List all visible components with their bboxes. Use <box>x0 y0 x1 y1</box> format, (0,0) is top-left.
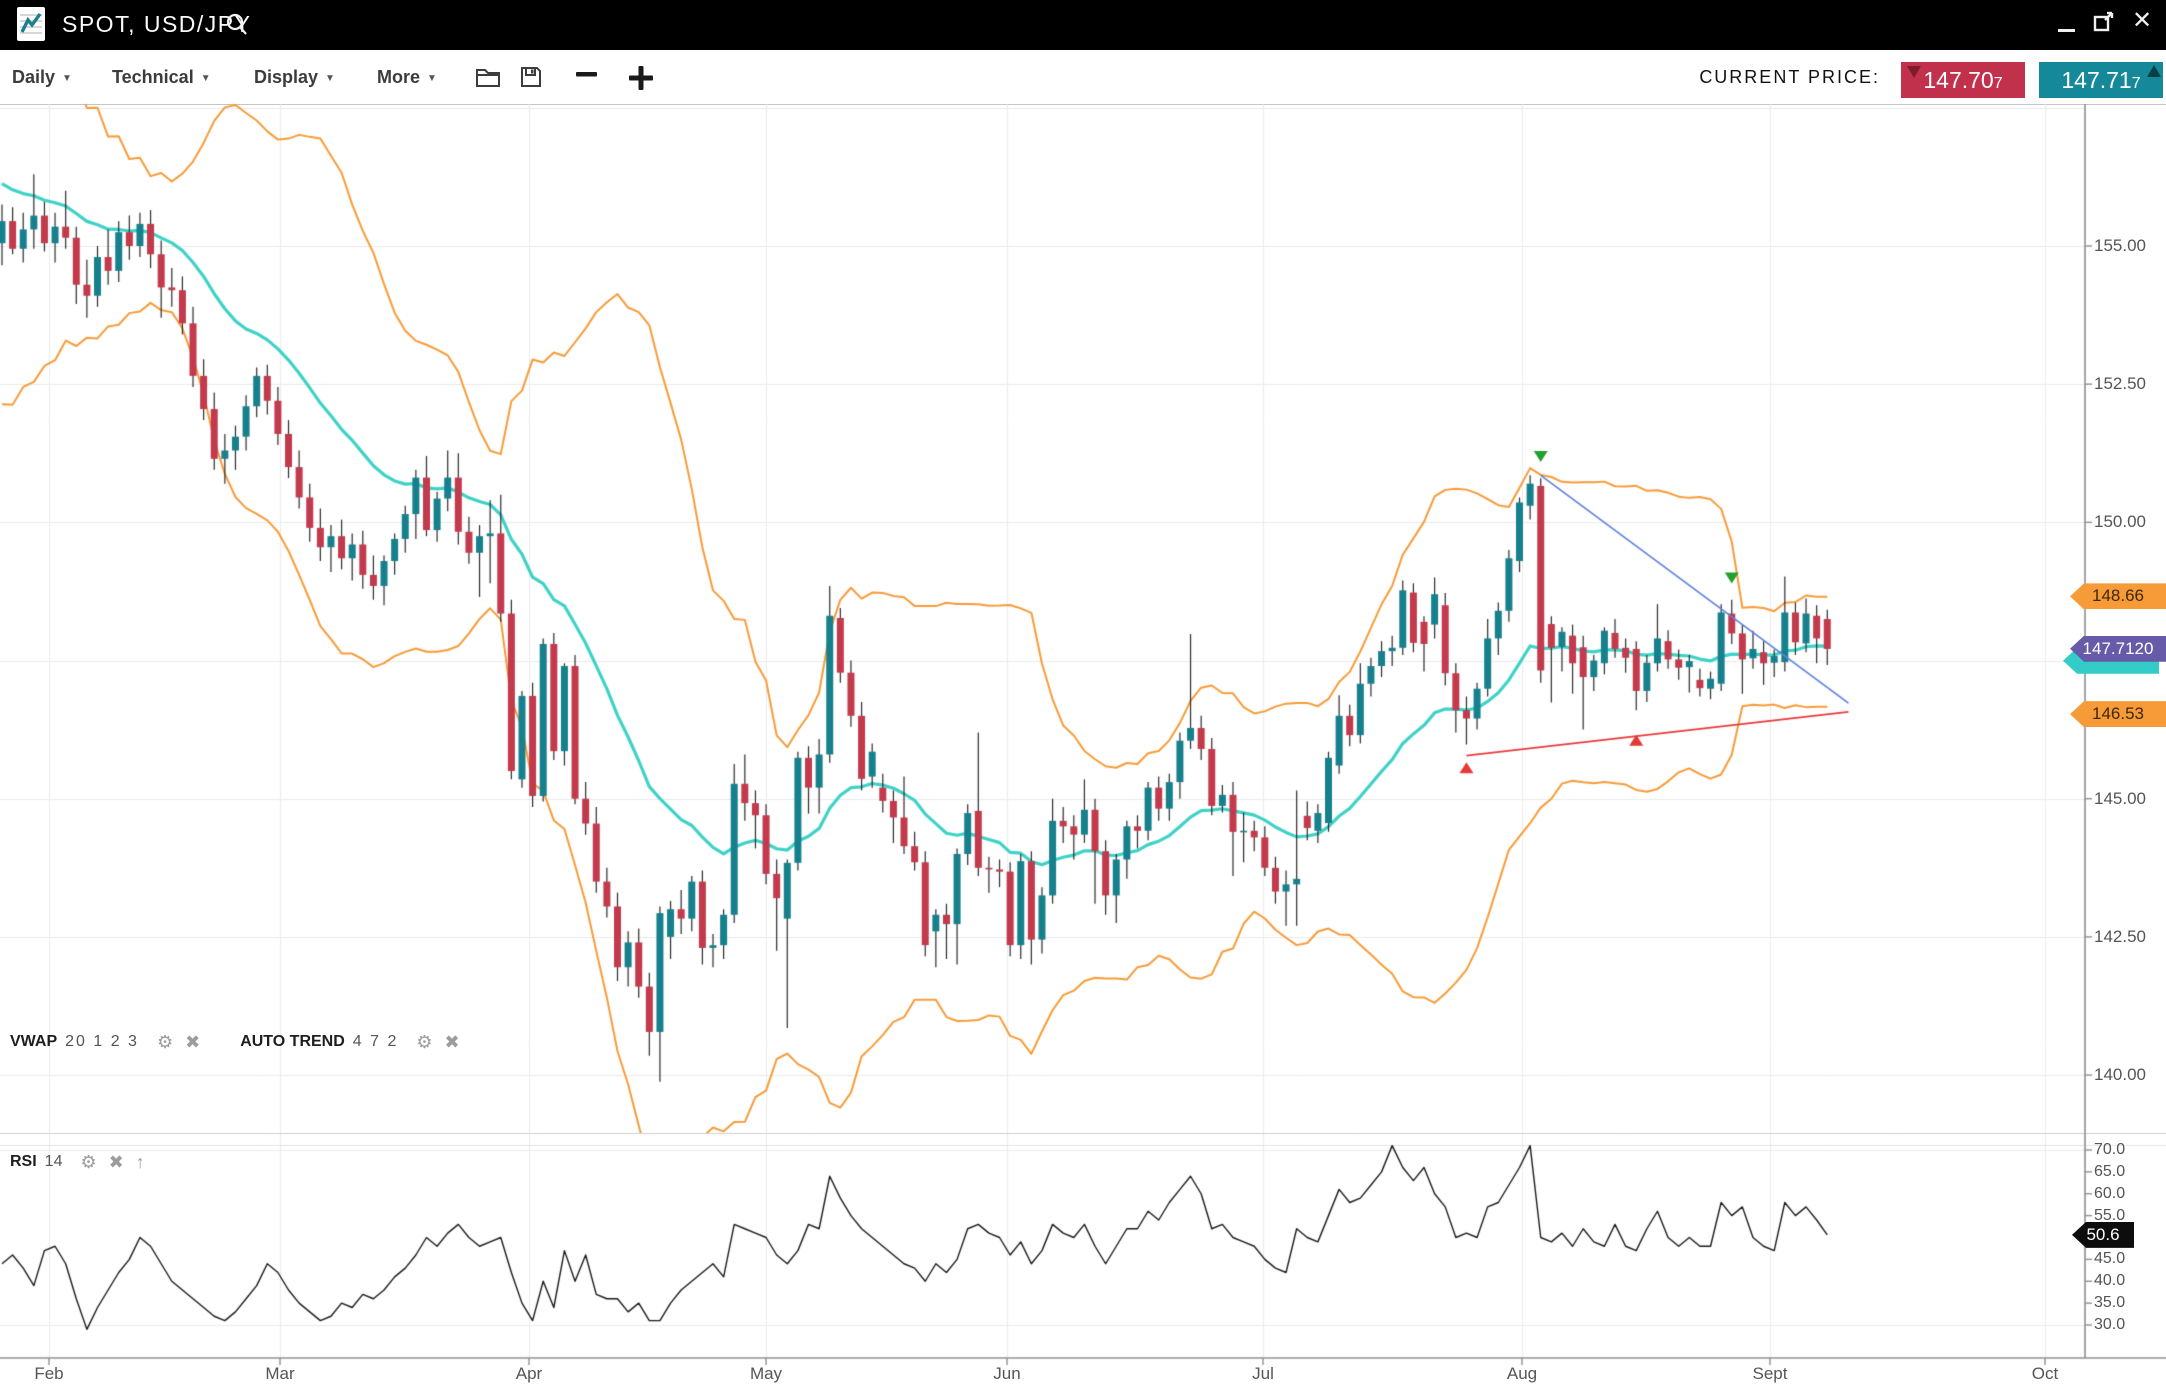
rsi-axis-label: 30.0 <box>2094 1316 2154 1334</box>
x-axis-month-label: Oct <box>2015 1364 2075 1384</box>
price-axis-label: 152.50 <box>2094 374 2166 394</box>
x-axis-month-label: May <box>736 1364 796 1384</box>
price-axis-label: 155.00 <box>2094 236 2166 256</box>
auto-trend-label: AUTO TREND <box>240 1033 345 1051</box>
vwap-params: 20 1 2 3 <box>65 1033 139 1051</box>
lower-band-price-tag: 146.53 <box>2070 701 2166 727</box>
x-axis-month-label: Aug <box>1492 1364 1552 1384</box>
vwap-remove-icon[interactable]: ✖ <box>179 1031 206 1053</box>
price-chart-canvas[interactable] <box>0 0 2166 1389</box>
rsi-move-up-icon[interactable]: ↑ <box>130 1151 151 1173</box>
x-axis-month-label: Sept <box>1740 1364 1800 1384</box>
vwap-indicator-row: VWAP 20 1 2 3 ⚙ ✖ AUTO TREND 4 7 2 ⚙ ✖ <box>10 1030 466 1054</box>
price-axis-label: 150.00 <box>2094 512 2166 532</box>
upper-band-price-tag: 148.66 <box>2070 583 2166 609</box>
rsi-indicator-row: RSI 14 ⚙ ✖ ↑ <box>10 1150 151 1174</box>
current-price-tag: 147.7120 <box>2070 636 2166 662</box>
rsi-axis-label: 55.0 <box>2094 1207 2154 1225</box>
auto-trend-remove-icon[interactable]: ✖ <box>439 1031 466 1053</box>
auto-trend-settings-gear-icon[interactable]: ⚙ <box>410 1031 438 1053</box>
rsi-axis-label: 35.0 <box>2094 1294 2154 1312</box>
x-axis-month-label: Apr <box>499 1364 559 1384</box>
rsi-axis-label: 45.0 <box>2094 1250 2154 1268</box>
price-axis-label: 142.50 <box>2094 927 2166 947</box>
rsi-axis-label: 40.0 <box>2094 1272 2154 1290</box>
rsi-remove-icon[interactable]: ✖ <box>103 1151 130 1173</box>
rsi-axis-label: 60.0 <box>2094 1185 2154 1203</box>
x-axis-month-label: Jun <box>977 1364 1037 1384</box>
vwap-label: VWAP <box>10 1033 57 1051</box>
trading-app-window: SPOT, USD/JPY ✕ Daily▼ Technical▼ Displa… <box>0 0 2166 1389</box>
price-axis-label: 140.00 <box>2094 1065 2166 1085</box>
x-axis-month-label: Mar <box>250 1364 310 1384</box>
rsi-axis-label: 65.0 <box>2094 1163 2154 1181</box>
rsi-label: RSI <box>10 1153 37 1171</box>
rsi-axis-label: 70.0 <box>2094 1141 2154 1159</box>
x-axis-month-label: Feb <box>19 1364 79 1384</box>
vwap-settings-gear-icon[interactable]: ⚙ <box>151 1031 179 1053</box>
auto-trend-params: 4 7 2 <box>353 1033 399 1051</box>
rsi-settings-gear-icon[interactable]: ⚙ <box>74 1151 102 1173</box>
rsi-params: 14 <box>45 1153 63 1171</box>
price-axis-label: 145.00 <box>2094 789 2166 809</box>
x-axis-month-label: Jul <box>1233 1364 1293 1384</box>
